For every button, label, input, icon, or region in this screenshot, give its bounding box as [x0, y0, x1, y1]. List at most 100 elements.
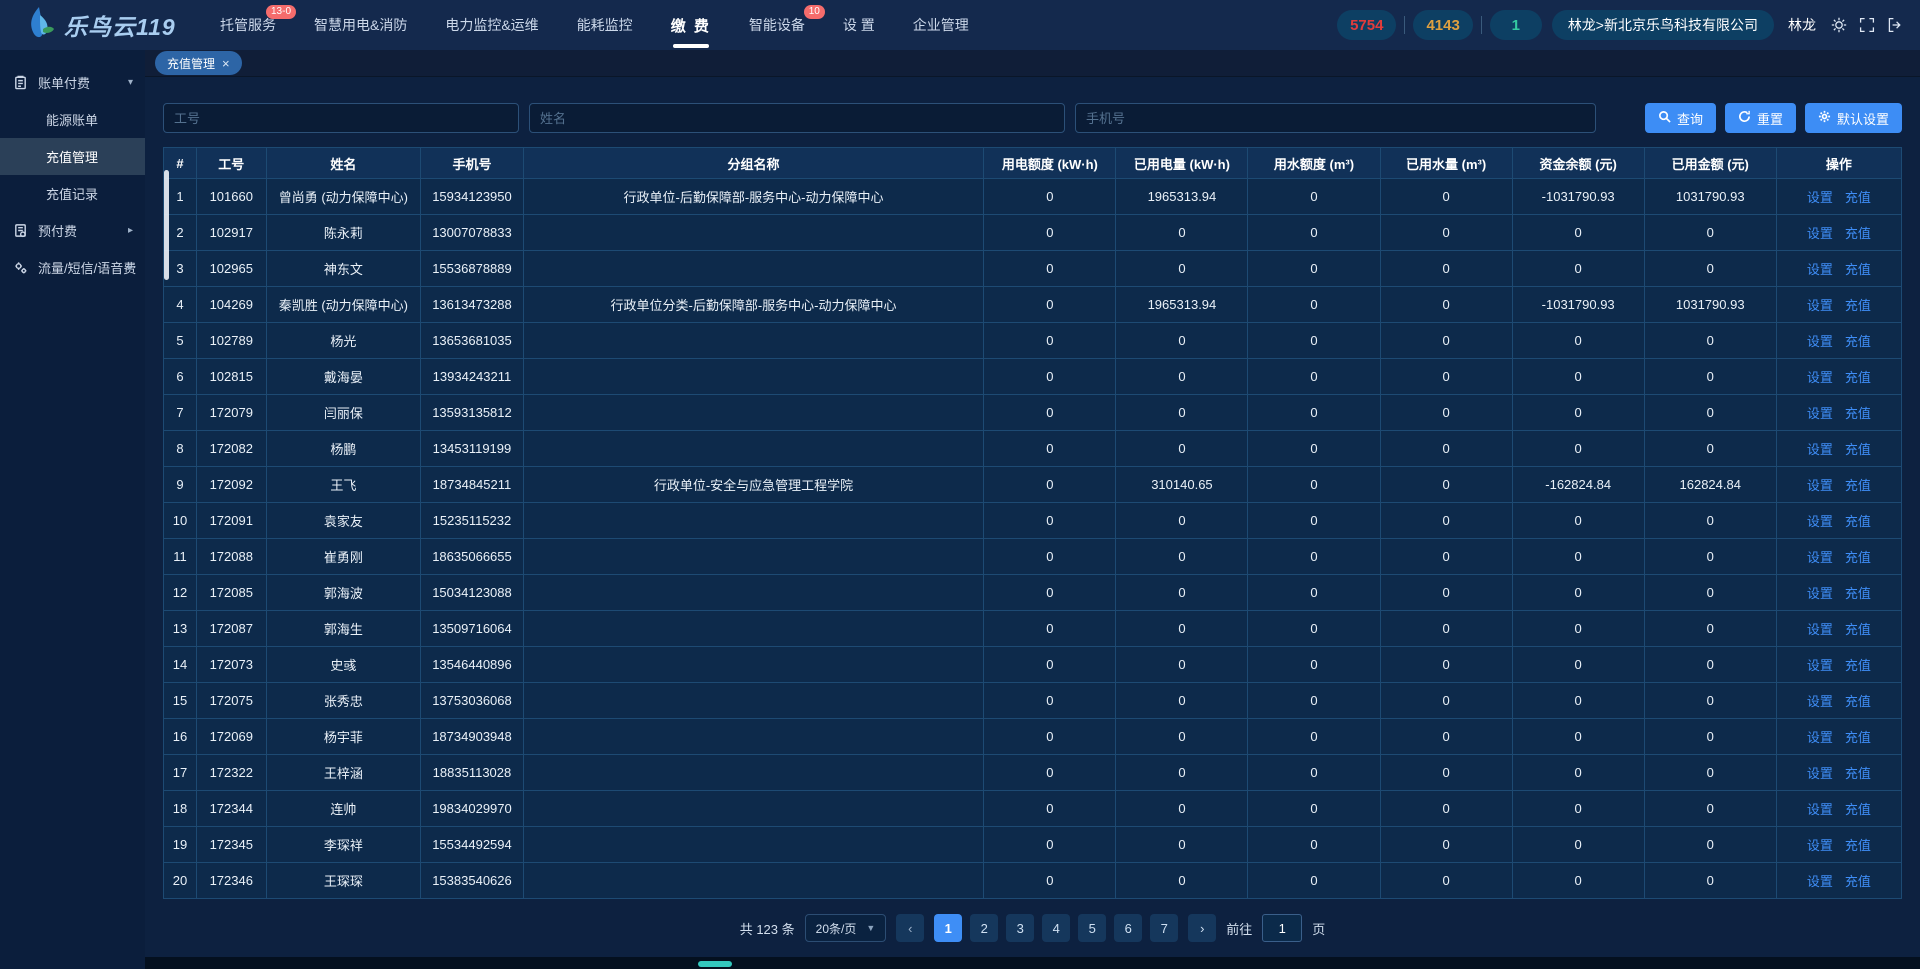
- settings-link[interactable]: 设置: [1807, 406, 1833, 421]
- table-cell: 0: [1380, 719, 1512, 755]
- settings-link[interactable]: 设置: [1807, 622, 1833, 637]
- nav-item[interactable]: 智能设备10: [749, 0, 805, 50]
- logout-icon[interactable]: [1886, 16, 1904, 34]
- nav-item[interactable]: 设 置: [843, 0, 875, 50]
- nav-item[interactable]: 智慧用电&消防: [314, 0, 407, 50]
- nav-item[interactable]: 托管服务13-0: [220, 0, 276, 50]
- page-button-2[interactable]: 2: [970, 914, 998, 942]
- settings-link[interactable]: 设置: [1807, 766, 1833, 781]
- table-cell: 0: [984, 467, 1116, 503]
- settings-link[interactable]: 设置: [1807, 262, 1833, 277]
- query-button[interactable]: 查询: [1645, 103, 1716, 133]
- page-button-1[interactable]: 1: [934, 914, 962, 942]
- recharge-link[interactable]: 充值: [1845, 478, 1871, 493]
- page-button-5[interactable]: 5: [1078, 914, 1106, 942]
- counter-pill[interactable]: 4143: [1413, 10, 1472, 40]
- page-button-7[interactable]: 7: [1150, 914, 1178, 942]
- default-settings-button[interactable]: 默认设置: [1805, 103, 1902, 133]
- table-cell: [523, 503, 984, 539]
- page-size-select[interactable]: 20条/页 ▼: [805, 914, 887, 942]
- page-buttons: 1234567: [934, 914, 1178, 942]
- recharge-link[interactable]: 充值: [1845, 730, 1871, 745]
- name-input[interactable]: [529, 103, 1065, 133]
- settings-link[interactable]: 设置: [1807, 478, 1833, 493]
- recharge-link[interactable]: 充值: [1845, 298, 1871, 313]
- table-cell: 行政单位-安全与应急管理工程学院: [523, 467, 984, 503]
- counter-pill[interactable]: 5754: [1337, 10, 1396, 40]
- recharge-link[interactable]: 充值: [1845, 658, 1871, 673]
- employee-id-input[interactable]: [163, 103, 519, 133]
- table-cell: 1031790.93: [1644, 287, 1776, 323]
- settings-link[interactable]: 设置: [1807, 226, 1833, 241]
- page-button-3[interactable]: 3: [1006, 914, 1034, 942]
- sidebar-item-充值记录[interactable]: 充值记录: [0, 175, 145, 212]
- table-cell: 14: [164, 647, 197, 683]
- recharge-link[interactable]: 充值: [1845, 442, 1871, 457]
- settings-link[interactable]: 设置: [1807, 550, 1833, 565]
- pagination-bar: 共 123 条 20条/页 ▼ ‹ 1234567 › 前往 页: [163, 899, 1902, 957]
- settings-link[interactable]: 设置: [1807, 730, 1833, 745]
- company-selector[interactable]: 林龙>新北京乐鸟科技有限公司: [1552, 10, 1774, 40]
- recharge-link[interactable]: 充值: [1845, 766, 1871, 781]
- nav-item[interactable]: 缴 费: [671, 0, 711, 50]
- phone-input[interactable]: [1075, 103, 1596, 133]
- recharge-link[interactable]: 充值: [1845, 190, 1871, 205]
- recharge-link[interactable]: 充值: [1845, 262, 1871, 277]
- sidebar-item-预付费[interactable]: 预付费▸: [0, 212, 145, 249]
- recharge-link[interactable]: 充值: [1845, 622, 1871, 637]
- recharge-link[interactable]: 充值: [1845, 802, 1871, 817]
- nav-item[interactable]: 企业管理: [913, 0, 969, 50]
- search-icon: [1658, 110, 1671, 126]
- sidebar-item-能源账单[interactable]: 能源账单: [0, 101, 145, 138]
- settings-link[interactable]: 设置: [1807, 838, 1833, 853]
- recharge-link[interactable]: 充值: [1845, 874, 1871, 889]
- goto-page-input[interactable]: [1262, 914, 1302, 942]
- fullscreen-icon[interactable]: [1858, 16, 1876, 34]
- table-cell: 0: [984, 791, 1116, 827]
- settings-link[interactable]: 设置: [1807, 334, 1833, 349]
- theme-sun-icon[interactable]: [1830, 16, 1848, 34]
- page-button-6[interactable]: 6: [1114, 914, 1142, 942]
- column-header: 工号: [197, 148, 267, 179]
- table-cell: 9: [164, 467, 197, 503]
- horizontal-scrollbar-thumb[interactable]: [698, 961, 732, 967]
- settings-link[interactable]: 设置: [1807, 586, 1833, 601]
- prev-page-button[interactable]: ‹: [896, 914, 924, 942]
- recharge-link[interactable]: 充值: [1845, 838, 1871, 853]
- recharge-link[interactable]: 充值: [1845, 334, 1871, 349]
- table-cell: 12: [164, 575, 197, 611]
- vertical-scrollbar-thumb[interactable]: [164, 170, 169, 280]
- settings-link[interactable]: 设置: [1807, 298, 1833, 313]
- settings-link[interactable]: 设置: [1807, 442, 1833, 457]
- settings-link[interactable]: 设置: [1807, 514, 1833, 529]
- counter-pill[interactable]: 1: [1490, 10, 1542, 40]
- recharge-link[interactable]: 充值: [1845, 550, 1871, 565]
- table-cell: 0: [1644, 539, 1776, 575]
- recharge-link[interactable]: 充值: [1845, 514, 1871, 529]
- settings-link[interactable]: 设置: [1807, 370, 1833, 385]
- nav-item-label: 智慧用电&消防: [314, 15, 407, 35]
- settings-link[interactable]: 设置: [1807, 874, 1833, 889]
- settings-link[interactable]: 设置: [1807, 802, 1833, 817]
- recharge-link[interactable]: 充值: [1845, 226, 1871, 241]
- recharge-link[interactable]: 充值: [1845, 370, 1871, 385]
- sidebar-item-充值管理[interactable]: 充值管理: [0, 138, 145, 175]
- recharge-link[interactable]: 充值: [1845, 406, 1871, 421]
- sidebar-item-流量/短信/语音费[interactable]: 流量/短信/语音费▸: [0, 249, 145, 286]
- reset-button[interactable]: 重置: [1725, 103, 1796, 133]
- table-cell: 104269: [197, 287, 267, 323]
- table-cell: 0: [1248, 575, 1380, 611]
- nav-item[interactable]: 电力监控&运维: [445, 0, 538, 50]
- page-button-4[interactable]: 4: [1042, 914, 1070, 942]
- nav-item[interactable]: 能耗监控: [577, 0, 633, 50]
- tab-recharge-management[interactable]: 充值管理 ×: [155, 51, 242, 75]
- table-cell: [523, 251, 984, 287]
- settings-link[interactable]: 设置: [1807, 190, 1833, 205]
- next-page-button[interactable]: ›: [1188, 914, 1216, 942]
- recharge-link[interactable]: 充值: [1845, 586, 1871, 601]
- sidebar-item-账单付费[interactable]: 账单付费▾: [0, 64, 145, 101]
- recharge-link[interactable]: 充值: [1845, 694, 1871, 709]
- settings-link[interactable]: 设置: [1807, 658, 1833, 673]
- settings-link[interactable]: 设置: [1807, 694, 1833, 709]
- tab-close-icon[interactable]: ×: [222, 57, 230, 70]
